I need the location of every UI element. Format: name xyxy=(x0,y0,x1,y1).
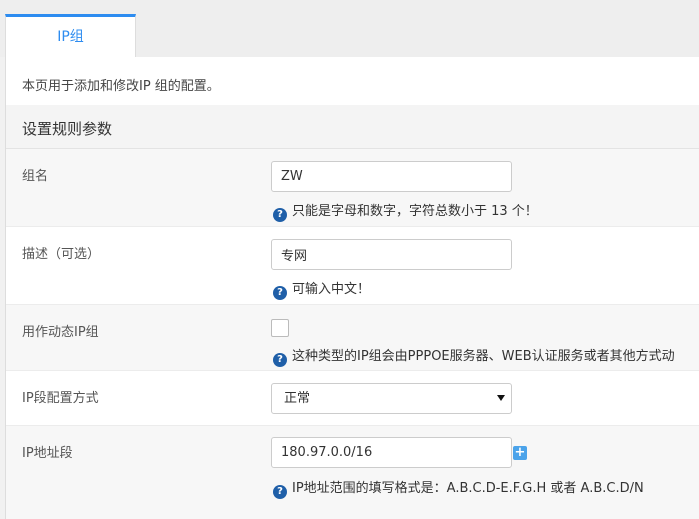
ip-config-mode-select[interactable]: 正常 xyxy=(271,383,512,414)
section-header: 设置规则参数 xyxy=(6,105,699,149)
description-input[interactable] xyxy=(271,239,512,270)
description-help-text: 可输入中文！ xyxy=(292,282,371,297)
ip-config-mode-label: IP段配置方式 xyxy=(22,391,99,406)
question-icon: ? xyxy=(273,485,287,499)
tab-ip-group[interactable]: IP组 xyxy=(5,14,136,57)
chevron-down-icon xyxy=(497,395,505,401)
row-group-name: 组名 ? 只能是字母和数字，字符总数小于 13 个！ xyxy=(6,149,699,227)
row-dynamic-ip-group: 用作动态IP组 ? 这种类型的IP组会由PPPOE服务器、WEB认证服务或者其他方… xyxy=(6,305,699,371)
row-description: 描述（可选） ? 可输入中文！ xyxy=(6,227,699,305)
ip-range-help-text: IP地址范围的填写格式是：A.B.C.D-E.F.G.H 或者 A.B.C.D/… xyxy=(292,481,644,496)
question-icon: ? xyxy=(273,208,287,222)
description-label: 描述（可选） xyxy=(22,247,101,262)
tab-bar: IP组 xyxy=(0,0,699,57)
row-ip-config-mode: IP段配置方式 正常 xyxy=(6,371,699,426)
ip-range-label: IP地址段 xyxy=(22,446,73,461)
description-help: ? 可输入中文！ xyxy=(273,278,370,300)
group-name-input[interactable] xyxy=(271,161,512,192)
section-title: 设置规则参数 xyxy=(22,120,113,138)
ip-range-help: ? IP地址范围的填写格式是：A.B.C.D-E.F.G.H 或者 A.B.C.D… xyxy=(273,477,644,499)
add-ip-range-button[interactable]: + xyxy=(513,446,527,460)
question-icon: ? xyxy=(273,286,287,300)
row-ip-range: IP地址段 + ? IP地址范围的填写格式是：A.B.C.D-E.F.G.H 或者… xyxy=(6,426,699,519)
question-icon: ? xyxy=(273,353,287,367)
main-panel: 本页用于添加和修改IP 组的配置。 设置规则参数 组名 ? 只能是字母和数字，字符… xyxy=(5,57,699,519)
group-name-help: ? 只能是字母和数字，字符总数小于 13 个！ xyxy=(273,200,538,222)
dynamic-ip-group-label: 用作动态IP组 xyxy=(22,325,99,340)
ip-config-mode-value: 正常 xyxy=(284,391,311,406)
dynamic-ip-group-help: ? 这种类型的IP组会由PPPOE服务器、WEB认证服务或者其他方式动 xyxy=(273,345,675,367)
page-description: 本页用于添加和修改IP 组的配置。 xyxy=(22,79,220,94)
group-name-help-text: 只能是字母和数字，字符总数小于 13 个！ xyxy=(292,204,538,219)
ip-range-input[interactable] xyxy=(271,437,512,468)
group-name-label: 组名 xyxy=(22,169,49,184)
dynamic-ip-group-help-text: 这种类型的IP组会由PPPOE服务器、WEB认证服务或者其他方式动 xyxy=(292,349,675,364)
dynamic-ip-group-checkbox[interactable] xyxy=(271,319,289,337)
